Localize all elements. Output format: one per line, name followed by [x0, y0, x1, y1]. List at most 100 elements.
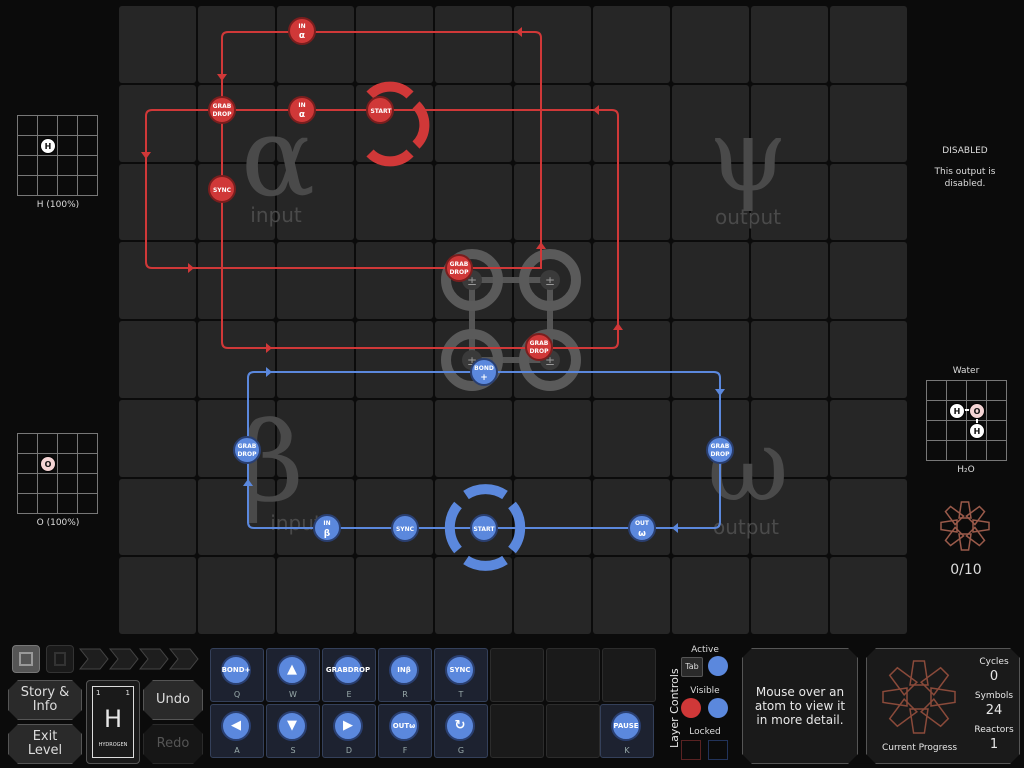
oxygen-atom[interactable]: O [40, 456, 56, 472]
blue-bond-plus[interactable]: BOND + [470, 358, 498, 386]
grid-cell[interactable] [356, 163, 433, 241]
palette-slot-r[interactable]: IN β R [378, 648, 432, 702]
grid-cell[interactable] [198, 6, 275, 83]
play-chevron-icon[interactable] [78, 648, 109, 670]
grid-cell[interactable] [198, 242, 275, 319]
grid-cell[interactable] [514, 557, 591, 634]
grid-cell[interactable] [356, 478, 433, 556]
palette-slot-f[interactable]: OUT ω F [378, 704, 432, 758]
grid-cell[interactable] [277, 321, 354, 398]
layer-locked-red-toggle[interactable] [681, 740, 701, 760]
grid-cell[interactable] [356, 6, 433, 83]
palette-symbol-d[interactable]: ▶ [333, 711, 363, 741]
grid-cell[interactable] [830, 6, 907, 83]
fast-chevron-icon[interactable] [108, 648, 139, 670]
grid-cell[interactable] [593, 163, 670, 241]
palette-symbol-s[interactable]: ▼ [277, 711, 307, 741]
grid-cell[interactable] [672, 6, 749, 83]
grid-cell[interactable] [435, 6, 512, 83]
grid-cell[interactable] [672, 478, 749, 556]
hydrogen-atom[interactable]: H [40, 138, 56, 154]
speed-chevrons[interactable] [78, 647, 204, 671]
palette-slot-w[interactable]: ▲ W [266, 648, 320, 702]
pause-button[interactable]: PAUSE [611, 711, 641, 741]
grid-cell[interactable] [119, 242, 196, 319]
grid-cell[interactable] [751, 163, 828, 241]
grid-cell[interactable] [514, 84, 591, 162]
palette-symbol-f[interactable]: OUT ω [389, 711, 419, 741]
red-grab-drop-1[interactable]: GRAB DROP [208, 96, 236, 124]
grid-cell[interactable] [277, 399, 354, 477]
palette-symbol-e[interactable]: GRAB DROP [326, 655, 370, 685]
palette-symbol-g[interactable]: ↻ [445, 711, 475, 741]
grid-cell[interactable] [119, 557, 196, 634]
grid-cell[interactable] [514, 6, 591, 83]
grid-cell[interactable] [119, 478, 196, 556]
grid-cell[interactable] [277, 6, 354, 83]
layer-locked-blue-toggle[interactable] [708, 740, 728, 760]
grid-cell[interactable] [514, 163, 591, 241]
grid-cell[interactable] [514, 478, 591, 556]
grid-cell[interactable] [435, 478, 512, 556]
reactor-grid[interactable] [118, 5, 908, 635]
grid-cell[interactable] [751, 478, 828, 556]
grid-cell[interactable] [751, 84, 828, 162]
grid-cell[interactable] [672, 84, 749, 162]
grid-cell[interactable] [593, 84, 670, 162]
red-in-alpha-top[interactable]: IN α [288, 17, 316, 45]
layer-active-blue-toggle[interactable] [708, 656, 728, 676]
grid-cell[interactable] [830, 242, 907, 319]
grid-cell[interactable] [830, 399, 907, 477]
grid-cell[interactable] [672, 399, 749, 477]
grid-cell[interactable] [356, 84, 433, 162]
story-info-button[interactable]: Story & Info [8, 680, 82, 720]
grid-cell[interactable] [198, 478, 275, 556]
grid-cell[interactable] [830, 557, 907, 634]
grid-cell[interactable] [356, 557, 433, 634]
grid-cell[interactable] [830, 321, 907, 398]
grid-cell[interactable] [119, 321, 196, 398]
grid-cell[interactable] [198, 557, 275, 634]
grid-cell[interactable] [435, 84, 512, 162]
palette-slot-s[interactable]: ▼ S [266, 704, 320, 758]
element-card[interactable]: 1 1 H HYDROGEN [86, 680, 140, 764]
grid-cell[interactable] [356, 242, 433, 319]
grid-cell[interactable] [672, 242, 749, 319]
blue-start[interactable]: START [470, 514, 498, 542]
grid-cell[interactable] [198, 163, 275, 241]
grid-cell[interactable] [672, 557, 749, 634]
water-oxygen[interactable]: O [969, 403, 985, 419]
grid-cell[interactable] [514, 321, 591, 398]
grid-cell[interactable] [751, 399, 828, 477]
grid-cell[interactable] [514, 399, 591, 477]
palette-slot-e[interactable]: GRAB DROP E [322, 648, 376, 702]
palette-slot-a[interactable]: ◀ A [210, 704, 264, 758]
grid-cell[interactable] [751, 557, 828, 634]
blue-grab-drop-right[interactable]: GRAB DROP [706, 436, 734, 464]
grid-cell[interactable] [198, 321, 275, 398]
water-hydrogen-1[interactable]: H [949, 403, 965, 419]
blue-grab-drop-left[interactable]: GRAB DROP [233, 436, 261, 464]
grid-cell[interactable] [751, 321, 828, 398]
grid-cell[interactable] [277, 242, 354, 319]
palette-slot-empty[interactable] [546, 704, 600, 758]
red-sync[interactable]: SYNC [208, 175, 236, 203]
grid-cell[interactable] [356, 321, 433, 398]
layer-tab-button[interactable]: Tab [681, 657, 703, 677]
grid-cell[interactable] [751, 242, 828, 319]
blue-in-beta[interactable]: IN β [313, 514, 341, 542]
speed-step-button[interactable] [46, 645, 74, 673]
grid-cell[interactable] [435, 557, 512, 634]
grid-cell[interactable] [119, 6, 196, 83]
grid-cell[interactable] [514, 242, 591, 319]
grid-cell[interactable] [593, 6, 670, 83]
undo-button[interactable]: Undo [143, 680, 203, 720]
palette-symbol-w[interactable]: ▲ [277, 655, 307, 685]
palette-symbol-r[interactable]: IN β [389, 655, 419, 685]
grid-cell[interactable] [751, 6, 828, 83]
layer-visible-blue-toggle[interactable] [708, 698, 728, 718]
grid-cell[interactable] [435, 242, 512, 319]
palette-symbol-q[interactable]: BOND + [221, 655, 251, 685]
palette-slot-d[interactable]: ▶ D [322, 704, 376, 758]
red-grab-drop-3[interactable]: GRAB DROP [525, 333, 553, 361]
